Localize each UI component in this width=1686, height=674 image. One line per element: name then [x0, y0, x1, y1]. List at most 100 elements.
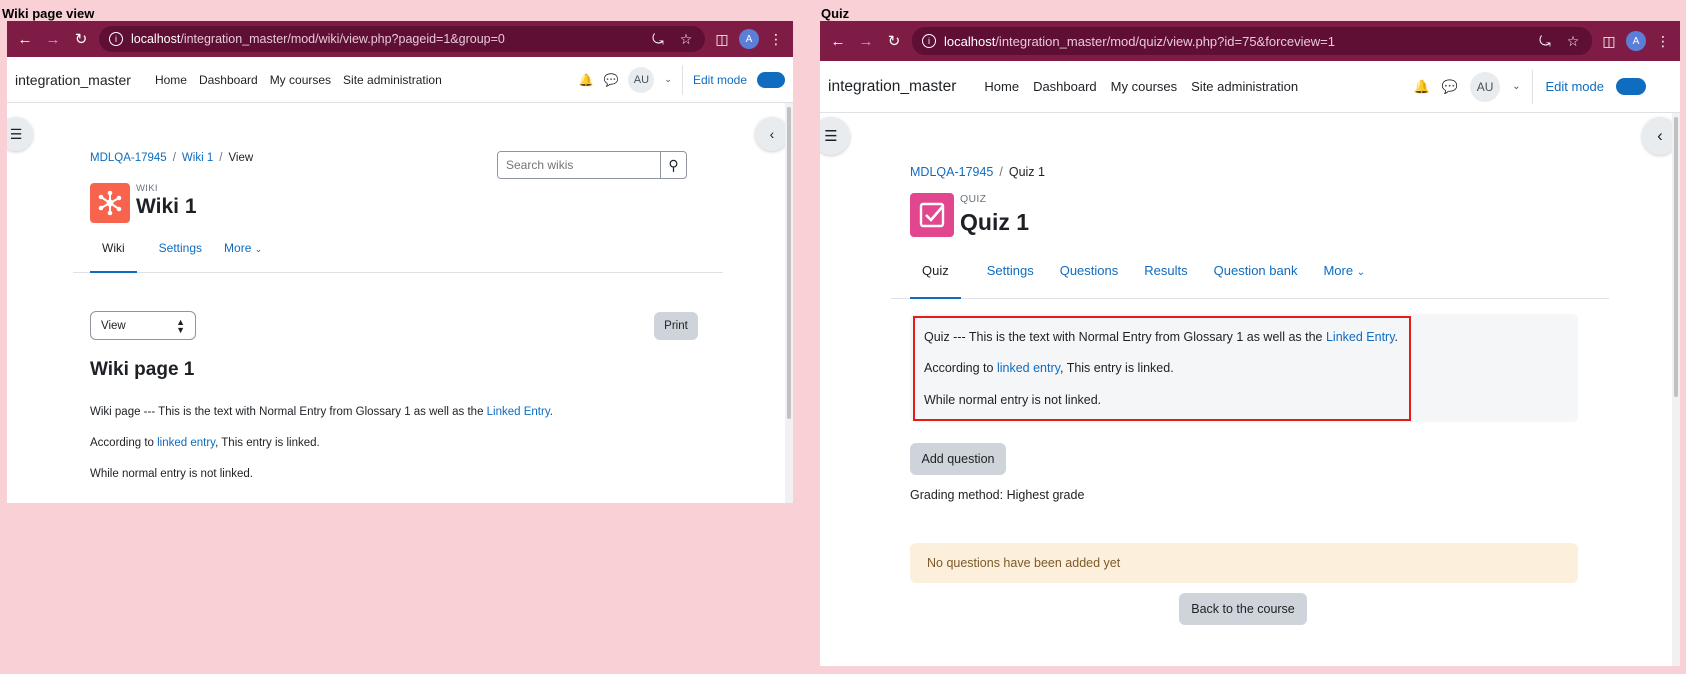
site-info-icon[interactable]: i — [109, 32, 123, 46]
tab-label: Questions — [1059, 263, 1119, 278]
secondary-nav-tabs: Wiki Settings More ⌄ — [73, 227, 723, 273]
course-index-toggle[interactable]: ☰ — [820, 117, 850, 155]
page-title: Quiz 1 — [960, 209, 1030, 235]
scrollbar-thumb[interactable] — [787, 107, 791, 419]
nav-home[interactable]: Home — [155, 73, 187, 87]
site-info-icon[interactable]: i — [922, 34, 936, 48]
quiz-intro-paragraph-2: According to linked entry, This entry is… — [924, 361, 1174, 375]
activity-type-label: QUIZ — [960, 193, 987, 205]
tab-more[interactable]: More ⌄ — [1323, 243, 1365, 298]
chevron-left-icon: ‹ — [769, 126, 775, 142]
user-nav: 🔔 💬 AU ⌄ Edit mode — [1414, 69, 1672, 104]
scrollbar-thumb[interactable] — [1674, 117, 1678, 397]
nav-dashboard[interactable]: Dashboard — [199, 73, 258, 87]
side-panel-icon[interactable]: ◫ — [713, 31, 731, 48]
tab-label: Quiz — [922, 263, 949, 278]
nav-home[interactable]: Home — [984, 79, 1019, 94]
nav-site-admin[interactable]: Site administration — [343, 73, 442, 87]
course-index-toggle[interactable]: ☰ — [7, 117, 33, 151]
block-drawer-toggle[interactable]: ‹ — [755, 117, 789, 151]
right-panel-label: Quiz — [821, 6, 850, 21]
add-question-button[interactable]: Add question — [910, 443, 1006, 475]
edit-mode-toggle[interactable] — [1616, 78, 1646, 95]
tab-settings[interactable]: Settings — [159, 227, 202, 272]
breadcrumb-separator: / — [172, 152, 176, 164]
profile-avatar[interactable]: A — [739, 29, 759, 49]
nav-my-courses[interactable]: My courses — [1111, 79, 1177, 94]
chevron-down-icon[interactable]: ⌄ — [1512, 81, 1520, 92]
print-button[interactable]: Print — [654, 312, 698, 340]
linked-entry-link[interactable]: Linked Entry — [1326, 330, 1395, 344]
list-icon: ☰ — [9, 125, 23, 142]
reload-icon[interactable]: ↻ — [884, 31, 904, 51]
back-arrow-icon[interactable]: ← — [15, 29, 35, 49]
reload-icon[interactable]: ↻ — [71, 29, 91, 49]
address-bar[interactable]: i localhost/integration_master/mod/quiz/… — [912, 27, 1592, 55]
page-scrollbar[interactable] — [785, 103, 793, 503]
back-to-course-button[interactable]: Back to the course — [1179, 593, 1307, 625]
wiki-paragraph-1: Wiki page --- This is the text with Norm… — [90, 406, 553, 418]
tab-settings[interactable]: Settings — [987, 243, 1034, 298]
search-button[interactable]: ⚲ — [660, 152, 686, 178]
tab-quiz[interactable]: Quiz — [910, 243, 961, 299]
linked-entry-link[interactable]: linked entry — [997, 361, 1060, 375]
tab-questions[interactable]: Questions — [1060, 243, 1119, 298]
moodle-navbar: integration_master Home Dashboard My cou… — [7, 57, 793, 103]
view-select-value: View — [101, 319, 126, 332]
nav-dashboard[interactable]: Dashboard — [1033, 79, 1097, 94]
share-icon[interactable]: ⤿ — [649, 31, 667, 48]
site-brand[interactable]: integration_master — [828, 78, 956, 96]
url-host: localhost — [131, 32, 181, 46]
chat-icon[interactable]: 💬 — [603, 73, 618, 87]
browser-menu-icon[interactable]: ⋮ — [767, 31, 785, 48]
forward-arrow-icon[interactable]: → — [856, 31, 876, 51]
linked-entry-link[interactable]: linked entry — [157, 437, 215, 449]
user-avatar[interactable]: AU — [628, 66, 655, 93]
user-avatar[interactable]: AU — [1470, 71, 1501, 102]
star-icon[interactable]: ☆ — [677, 31, 695, 48]
nav-site-admin[interactable]: Site administration — [1191, 79, 1298, 94]
back-arrow-icon[interactable]: ← — [828, 31, 848, 51]
nav-my-courses[interactable]: My courses — [270, 73, 331, 87]
side-panel-icon[interactable]: ◫ — [1600, 33, 1618, 50]
share-icon[interactable]: ⤿ — [1536, 33, 1554, 50]
site-brand[interactable]: integration_master — [15, 72, 131, 88]
quiz-activity-icon — [910, 193, 954, 237]
edit-mode-label: Edit mode — [1545, 79, 1604, 94]
star-icon[interactable]: ☆ — [1564, 33, 1582, 50]
paragraph-text: According to — [90, 437, 158, 449]
linked-entry-link[interactable]: Linked Entry — [487, 406, 550, 418]
bell-icon[interactable]: 🔔 — [579, 73, 594, 87]
wiki-network-icon — [98, 190, 122, 216]
divider — [681, 64, 683, 95]
search-input[interactable] — [498, 152, 660, 178]
paragraph-text: . — [1394, 330, 1399, 344]
tab-wiki[interactable]: Wiki — [90, 227, 137, 273]
breadcrumb-course[interactable]: MDLQA-17945 — [90, 152, 167, 164]
tab-results[interactable]: Results — [1144, 243, 1187, 298]
tab-label: Settings — [158, 241, 203, 255]
activity-type-label: WIKI — [136, 183, 158, 194]
view-select[interactable]: View ▲ ▼ — [90, 311, 196, 340]
bell-icon[interactable]: 🔔 — [1414, 79, 1430, 95]
wiki-paragraph-3: While normal entry is not linked. — [90, 468, 253, 480]
quiz-browser-window: ← → ↻ i localhost/integration_master/mod… — [820, 21, 1680, 666]
edit-mode-toggle[interactable] — [757, 71, 785, 88]
tab-question-bank[interactable]: Question bank — [1214, 243, 1298, 298]
breadcrumb-course[interactable]: MDLQA-17945 — [910, 165, 993, 179]
profile-avatar[interactable]: A — [1626, 31, 1646, 51]
page-scrollbar[interactable] — [1672, 113, 1680, 666]
wiki-paragraph-2: According to linked entry, This entry is… — [90, 437, 320, 449]
quiz-check-icon — [919, 202, 945, 228]
breadcrumb-separator: / — [999, 165, 1003, 179]
browser-menu-icon[interactable]: ⋮ — [1654, 33, 1672, 50]
forward-arrow-icon[interactable]: → — [43, 29, 63, 49]
address-bar[interactable]: i localhost/integration_master/mod/wiki/… — [99, 26, 705, 52]
chevron-down-icon[interactable]: ⌄ — [664, 74, 672, 85]
tab-more[interactable]: More ⌄ — [224, 227, 262, 272]
chat-icon[interactable]: 💬 — [1442, 79, 1458, 95]
wiki-activity-icon — [90, 183, 130, 223]
no-questions-alert: No questions have been added yet — [910, 543, 1578, 583]
breadcrumb-wiki[interactable]: Wiki 1 — [182, 152, 213, 164]
chevron-down-icon: ⌄ — [1356, 267, 1366, 278]
